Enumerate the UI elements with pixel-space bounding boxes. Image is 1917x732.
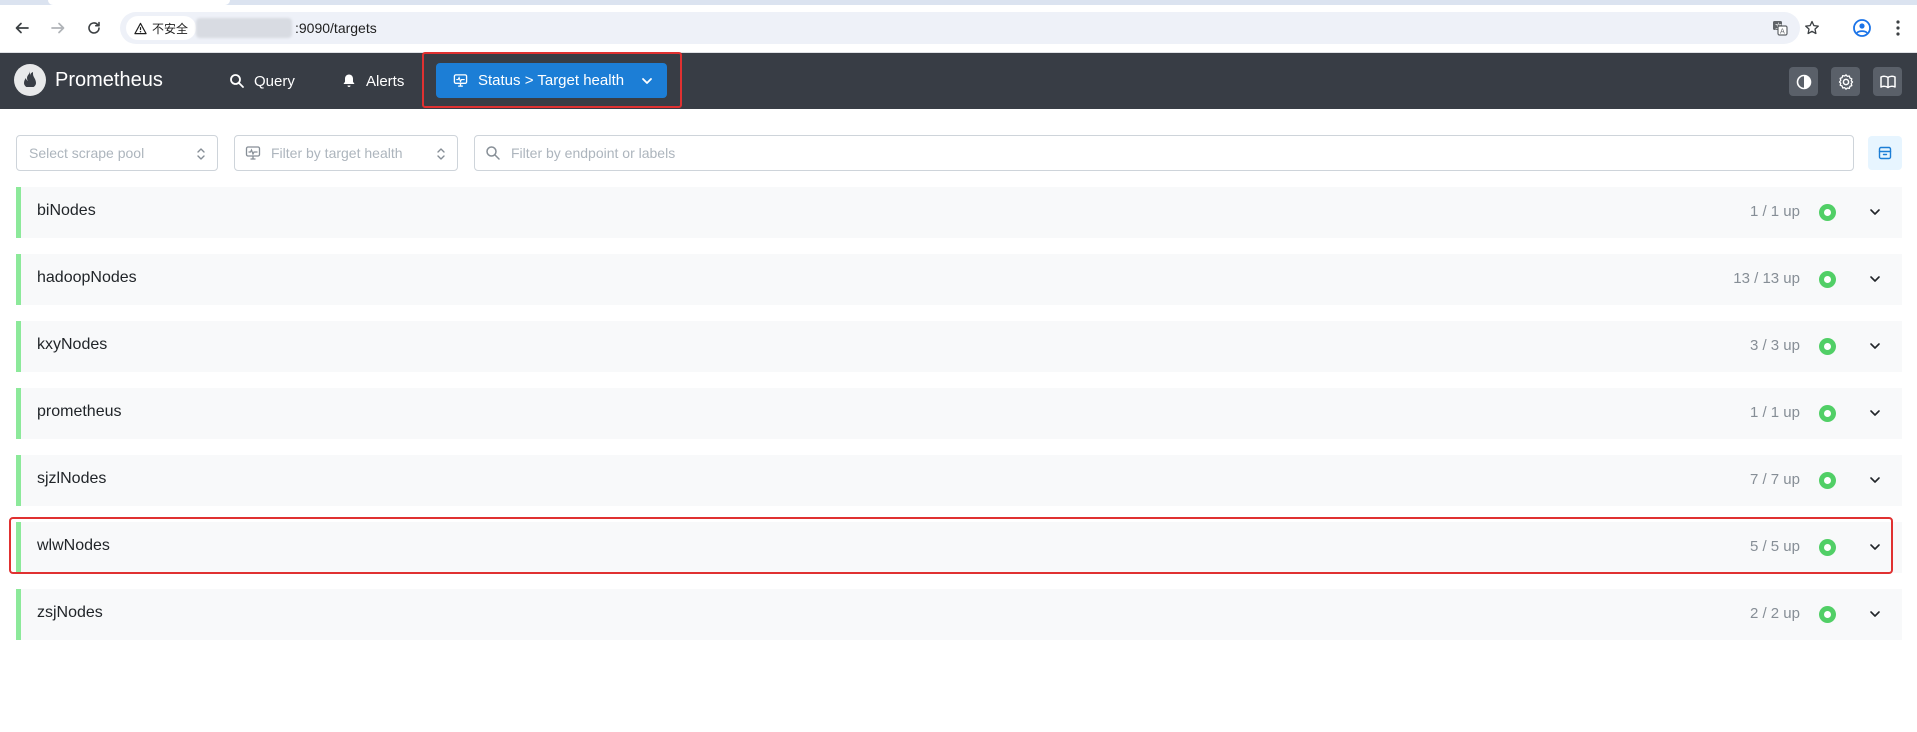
- prometheus-logo-icon: [14, 64, 46, 96]
- tab-strip: [0, 0, 1917, 5]
- back-button[interactable]: [10, 16, 34, 40]
- kebab-menu-icon: [1896, 20, 1900, 36]
- scrape-pool-name: kxyNodes: [37, 336, 108, 353]
- status-menu-button[interactable]: Status > Target health: [436, 63, 667, 98]
- profile-button[interactable]: [1852, 18, 1872, 38]
- health-status-icon: [1819, 405, 1836, 422]
- monitor-heart-icon: [453, 74, 468, 87]
- bell-icon: [343, 74, 355, 87]
- profile-icon: [1853, 19, 1871, 37]
- contrast-icon: [1796, 74, 1811, 89]
- security-chip[interactable]: 不安全: [126, 16, 197, 40]
- nav-query[interactable]: Query: [229, 69, 295, 93]
- scrape-pool-placeholder: Select scrape pool: [29, 145, 145, 161]
- scrape-pool-up-count: 13 / 13 up: [1733, 270, 1800, 287]
- scrape-pool-up-count: 7 / 7 up: [1749, 471, 1800, 488]
- scrape-pool-up-count: 1 / 1 up: [1749, 203, 1800, 220]
- nav-query-label: Query: [254, 72, 295, 90]
- translate-icon: 文A: [1773, 21, 1788, 36]
- scrape-pool-name: biNodes: [37, 202, 96, 219]
- target-health-placeholder: Filter by target health: [271, 145, 403, 161]
- chevron-down-icon[interactable]: [1868, 272, 1882, 286]
- health-status-icon: [1819, 606, 1836, 623]
- scrape-pool-row[interactable]: biNodes 1 / 1 up: [16, 187, 1902, 238]
- search-icon: [230, 74, 244, 88]
- address-bar[interactable]: 不安全 :9090/targets 文A: [120, 12, 1800, 44]
- security-label: 不安全: [152, 21, 189, 36]
- scrape-pool-name: prometheus: [37, 403, 122, 420]
- chevron-down-icon[interactable]: [1868, 473, 1882, 487]
- scrape-pool-row[interactable]: sjzlNodes 7 / 7 up: [16, 455, 1902, 506]
- book-icon: [1879, 75, 1896, 88]
- scrape-pool-up-count: 1 / 1 up: [1749, 404, 1800, 421]
- warning-icon: [134, 22, 147, 34]
- scrape-pool-name: wlwNodes: [37, 537, 110, 554]
- chevron-up-down-icon: [197, 148, 205, 160]
- endpoint-search-placeholder: Filter by endpoint or labels: [511, 145, 676, 161]
- svg-text:A: A: [1780, 28, 1785, 36]
- collapse-all-button[interactable]: [1868, 136, 1902, 170]
- chevron-down-icon[interactable]: [1868, 607, 1882, 621]
- status-menu-label: Status > Target health: [478, 72, 625, 89]
- url-text: :9090/targets: [295, 20, 377, 36]
- scrape-pool-up-count: 2 / 2 up: [1749, 605, 1800, 622]
- chevron-down-icon[interactable]: [1868, 339, 1882, 353]
- redacted-host: [196, 18, 292, 38]
- scrape-pool-row[interactable]: zsjNodes 2 / 2 up: [16, 589, 1902, 640]
- health-status-icon: [1819, 271, 1836, 288]
- scrape-pool-select[interactable]: Select scrape pool: [16, 135, 218, 171]
- settings-button[interactable]: [1831, 67, 1860, 96]
- star-icon: [1805, 20, 1819, 35]
- health-status-icon: [1819, 204, 1836, 221]
- scrape-pool-name: zsjNodes: [37, 604, 103, 621]
- translate-button[interactable]: 文A: [1772, 20, 1788, 36]
- docs-button[interactable]: [1873, 67, 1902, 96]
- reload-button[interactable]: [82, 16, 106, 40]
- archive-icon: [1878, 146, 1892, 160]
- arrow-left-icon: [15, 22, 29, 34]
- scrape-pool-name: sjzlNodes: [37, 470, 107, 487]
- browser-menu-button[interactable]: [1888, 18, 1908, 38]
- browser-toolbar: 不安全 :9090/targets 文A: [0, 0, 1917, 53]
- nav-alerts[interactable]: Alerts: [341, 69, 404, 93]
- reload-icon: [88, 21, 100, 34]
- chevron-down-icon[interactable]: [1868, 406, 1882, 420]
- brand[interactable]: Prometheus: [14, 64, 163, 96]
- scrape-pool-row[interactable]: kxyNodes 3 / 3 up: [16, 321, 1902, 372]
- theme-toggle-button[interactable]: [1789, 67, 1818, 96]
- health-status-icon: [1819, 472, 1836, 489]
- app-header: Prometheus Query Alerts: [0, 53, 1917, 109]
- brand-name: Prometheus: [55, 68, 163, 91]
- target-health-select[interactable]: Filter by target health: [234, 135, 458, 171]
- scrape-pool-name: hadoopNodes: [37, 269, 137, 286]
- scrape-pool-row[interactable]: prometheus 1 / 1 up: [16, 388, 1902, 439]
- scrape-pool-row[interactable]: wlwNodes 5 / 5 up: [16, 522, 1902, 573]
- gear-icon: [1838, 73, 1853, 90]
- scrape-pool-up-count: 5 / 5 up: [1749, 538, 1800, 555]
- chevron-down-icon[interactable]: [1868, 205, 1882, 219]
- chevron-down-icon: [642, 77, 652, 84]
- search-icon: [486, 146, 500, 160]
- nav-alerts-label: Alerts: [366, 72, 405, 90]
- forward-button[interactable]: [46, 16, 70, 40]
- endpoint-search-input[interactable]: Filter by endpoint or labels: [474, 135, 1854, 171]
- health-status-icon: [1819, 338, 1836, 355]
- scrape-pool-up-count: 3 / 3 up: [1749, 337, 1800, 354]
- monitor-heart-icon: [245, 146, 261, 160]
- chevron-down-icon[interactable]: [1868, 540, 1882, 554]
- chevron-up-down-icon: [437, 148, 445, 160]
- health-status-icon: [1819, 539, 1836, 556]
- arrow-right-icon: [51, 22, 65, 34]
- bookmark-button[interactable]: [1804, 20, 1820, 36]
- scrape-pool-row[interactable]: hadoopNodes 13 / 13 up: [16, 254, 1902, 305]
